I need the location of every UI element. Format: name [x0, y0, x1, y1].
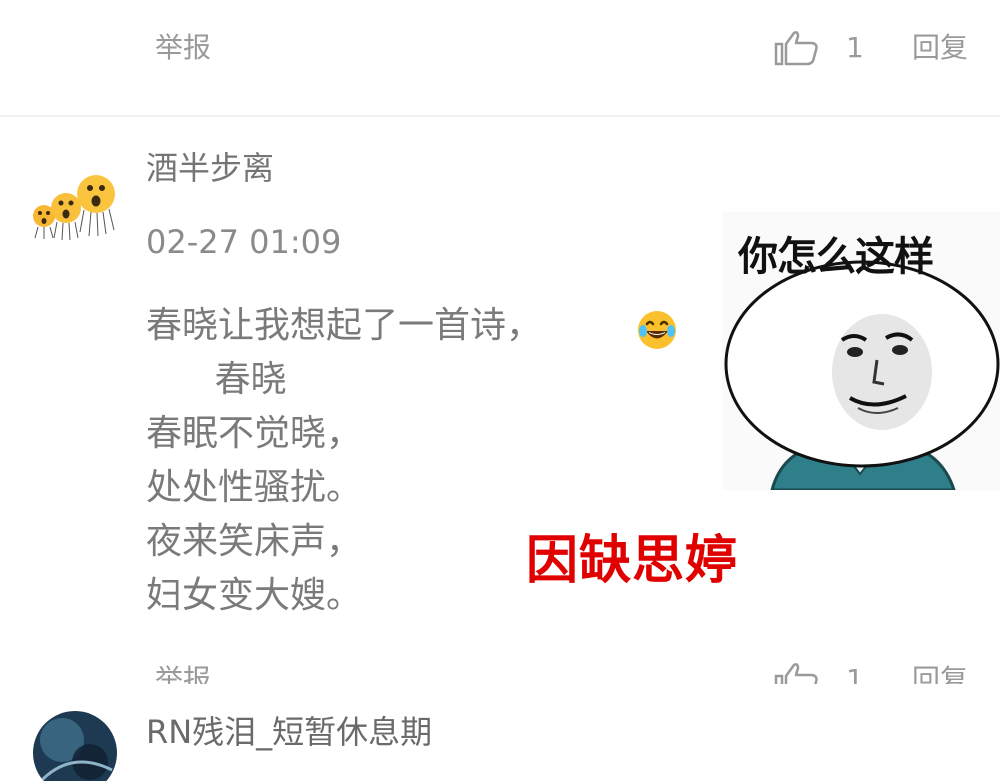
- comment-feed: 举报 1 回复 酒半步离 02-27 01:09 春晓让我想起了一首诗， 春晓 …: [0, 0, 1000, 781]
- poem-line: 春眠不觉晓，: [146, 413, 363, 454]
- thumbs-up-icon[interactable]: [774, 30, 822, 66]
- poem-line: 春晓让我想起了一首诗，: [146, 305, 543, 346]
- comment-timestamp: 02-27 01:09: [146, 223, 342, 261]
- report-link[interactable]: 举报: [155, 666, 211, 685]
- partial-action-row: 举报 1 回复: [0, 660, 1000, 684]
- laugh-cry-emoji-icon: [638, 311, 676, 349]
- meme-caption: 你怎么这样: [738, 234, 934, 280]
- poem-line: 春晓: [146, 359, 287, 400]
- reply-link[interactable]: 回复: [912, 666, 968, 685]
- like-count: 1: [846, 31, 864, 64]
- poem-line: 夜来笑床声，: [146, 521, 363, 562]
- comment-divider: [0, 115, 1000, 117]
- comment-body: 春晓让我想起了一首诗， 春晓 春眠不觉晓， 处处性骚扰。 夜来笑床声， 妇女变大…: [146, 304, 542, 628]
- report-link[interactable]: 举报: [155, 34, 211, 62]
- overlay-caption: 因缺思婷: [526, 531, 739, 591]
- reply-link[interactable]: 回复: [912, 34, 968, 62]
- next-comment-username[interactable]: RN残泪_短暂休息期: [146, 716, 432, 748]
- like-count: 1: [846, 663, 864, 685]
- surprised-face-avatar-icon[interactable]: [30, 172, 122, 242]
- comment-username[interactable]: 酒半步离: [146, 152, 274, 184]
- thumbs-up-icon[interactable]: [774, 662, 822, 684]
- poem-line: 处处性骚扰。: [146, 467, 363, 508]
- user-avatar-icon[interactable]: [32, 710, 118, 781]
- poem-line: 妇女变大嫂。: [146, 575, 363, 616]
